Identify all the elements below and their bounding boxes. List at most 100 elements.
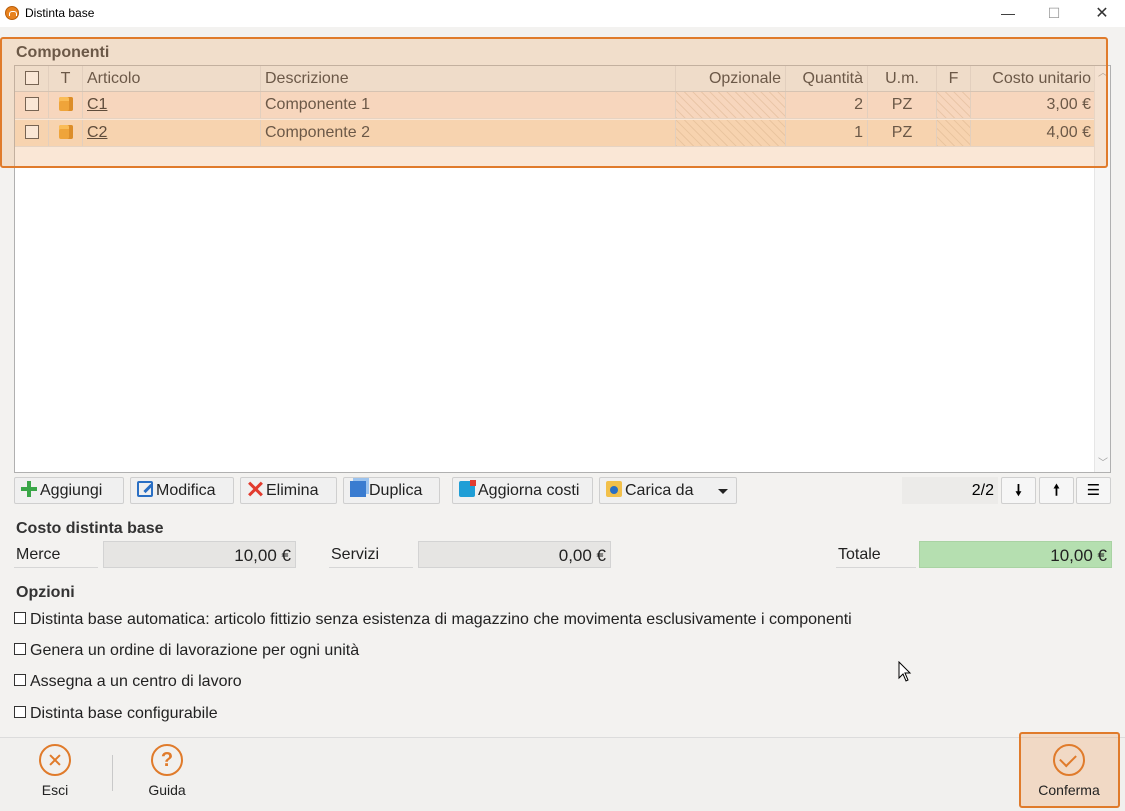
app-logo-icon [5,6,19,20]
option-checkbox[interactable] [14,706,26,719]
scroll-down-icon[interactable]: ﹀ [1095,456,1111,472]
row-article-cell: C2 [83,120,261,146]
window-title: Distinta base [25,6,95,20]
row-optional-cell [676,120,786,146]
close-circle-icon [39,744,71,776]
row-quantity-cell: 2 [786,92,868,118]
record-counter: 2/2 [902,477,998,504]
option-label: Distinta base automatica: articolo fitti… [30,611,852,628]
services-value: 0,00 € [418,541,611,568]
row-type-cell [49,120,83,146]
update-costs-button[interactable]: Aggiorna costi [452,477,593,504]
close-button[interactable]: ✕ [1079,0,1125,27]
option-label: Genera un ordine di lavorazione per ogni… [30,642,360,659]
menu-button[interactable]: ☰ [1076,477,1111,504]
chevron-down-icon [718,489,728,494]
duplicate-button-label: Duplica [369,482,423,499]
option-checkbox[interactable] [14,612,26,625]
article-link[interactable]: C2 [87,124,107,141]
update-costs-button-label: Aggiorna costi [478,482,580,499]
row-select-cell[interactable] [15,120,49,146]
check-circle-icon [1053,744,1085,776]
row-select-cell[interactable] [15,92,49,118]
row-unit-cell: PZ [868,120,937,146]
row-type-cell [49,92,83,118]
column-header-quantity[interactable]: Quantità [786,66,868,91]
table-row[interactable]: C1 Componente 1 2 PZ 3,00 € [15,92,1095,119]
row-article-cell: C1 [83,92,261,118]
cost-section-title: Costo distinta base [16,520,164,537]
help-label: Guida [148,782,186,798]
row-f-cell [937,120,971,146]
update-costs-icon [459,480,476,498]
help-button[interactable]: ? Guida [137,744,197,798]
components-grid: T Articolo Descrizione Opzionale Quantit… [14,65,1111,473]
option-configurable-bom[interactable]: Distinta base configurabile [14,704,218,724]
delete-button-label: Elimina [266,482,319,499]
option-automatic-bom[interactable]: Distinta base automatica: articolo fitti… [14,610,852,630]
table-row[interactable]: C2 Componente 2 1 PZ 4,00 € [15,120,1095,147]
grid-vertical-scrollbar[interactable]: ︿ ﹀ [1094,66,1110,472]
minimize-button[interactable]: — [985,0,1031,27]
article-cube-icon [58,96,73,111]
move-up-button[interactable]: 🠕 [1039,477,1074,504]
edit-button-label: Modifica [156,482,216,499]
move-down-button[interactable]: 🠗 [1001,477,1036,504]
maximize-button[interactable]: ☐ [1031,0,1077,27]
footer-separator [112,755,113,791]
option-checkbox[interactable] [14,643,26,656]
confirm-button[interactable]: Conferma [1028,744,1110,798]
column-header-unit[interactable]: U.m. [868,66,937,91]
exit-label: Esci [41,782,69,798]
row-description-cell: Componente 2 [261,120,676,146]
duplicate-icon [350,481,366,498]
delete-icon [247,481,263,497]
total-label: Totale [836,542,916,568]
title-bar: Distinta base — ☐ ✕ [0,0,1125,27]
article-cube-icon [58,124,73,139]
column-header-optional[interactable]: Opzionale [676,66,786,91]
column-header-type[interactable]: T [49,66,83,91]
option-label: Distinta base configurabile [30,705,218,722]
scroll-up-icon[interactable]: ︿ [1095,66,1111,82]
plus-icon [21,481,37,498]
select-all-header[interactable] [15,66,49,91]
column-header-unit-cost[interactable]: Costo unitario [971,66,1095,91]
components-section-title: Componenti [16,44,110,61]
option-work-order-per-unit[interactable]: Genera un ordine di lavorazione per ogni… [14,641,359,661]
help-circle-icon: ? [151,744,183,776]
goods-label: Merce [14,542,98,568]
column-header-f[interactable]: F [937,66,971,91]
column-header-article[interactable]: Articolo [83,66,261,91]
options-section-title: Opzioni [16,584,75,601]
services-label: Servizi [329,542,413,568]
edit-icon [137,481,153,498]
delete-button[interactable]: Elimina [240,477,337,504]
load-from-dropdown[interactable]: Carica da [599,477,737,504]
option-assign-work-center[interactable]: Assegna a un centro di lavoro [14,672,242,692]
article-link[interactable]: C1 [87,96,107,113]
column-header-description[interactable]: Descrizione [261,66,676,91]
folder-load-icon [606,481,622,498]
exit-button[interactable]: Esci [25,744,85,798]
row-unit-cell: PZ [868,92,937,118]
option-checkbox[interactable] [14,674,26,687]
select-all-checkbox[interactable] [24,70,39,85]
row-optional-cell [676,92,786,118]
edit-button[interactable]: Modifica [130,477,234,504]
option-label: Assegna a un centro di lavoro [30,673,242,690]
add-button-label: Aggiungi [40,482,103,499]
row-unit-cost-cell: 4,00 € [1046,124,1091,141]
row-f-cell [937,92,971,118]
duplicate-button[interactable]: Duplica [343,477,440,504]
row-checkbox[interactable] [24,96,39,111]
row-quantity-cell: 1 [786,120,868,146]
grid-header: T Articolo Descrizione Opzionale Quantit… [15,66,1095,92]
row-unit-cost-cell: 3,00 € [1046,96,1091,113]
add-button[interactable]: Aggiungi [14,477,124,504]
load-from-label: Carica da [625,482,694,499]
total-value: 10,00 € [919,541,1112,568]
goods-value: 10,00 € [103,541,296,568]
row-checkbox[interactable] [24,124,39,139]
row-description-cell: Componente 1 [261,92,676,118]
